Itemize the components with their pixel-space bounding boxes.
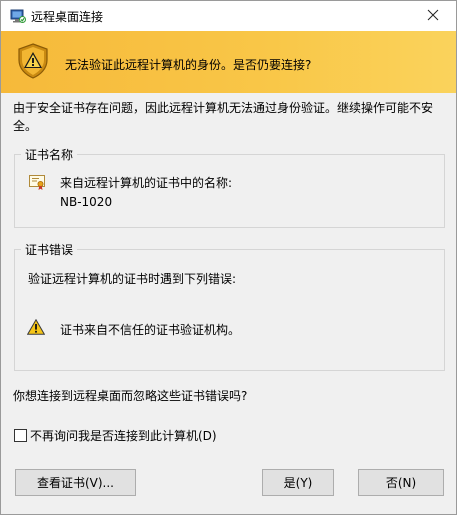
checkbox-label[interactable]: 不再询问我是否连接到此计算机(D): [30, 427, 217, 444]
cert-error-intro: 验证远程计算机的证书时遇到下列错误:: [28, 272, 237, 286]
cert-error-group: 证书错误 验证远程计算机的证书时遇到下列错误: 证书来自不信任的证书验证机构。: [14, 241, 445, 371]
cert-error-item: 证书来自不信任的证书验证机构。: [60, 323, 241, 337]
certificate-icon: [28, 173, 46, 191]
question-text: 你想连接到远程桌面而忽略这些证书错误吗?: [13, 389, 248, 403]
warning-shield-icon: [17, 43, 49, 79]
remote-desktop-icon: [10, 9, 26, 23]
intro-text: 由于安全证书存在问题，因此远程计算机无法通过身份验证。继续操作可能不安全。: [13, 101, 434, 133]
no-button[interactable]: 否(N): [358, 469, 444, 496]
dont-ask-checkbox[interactable]: 不再询问我是否连接到此计算机(D): [14, 427, 217, 444]
checkbox-box[interactable]: [14, 429, 27, 442]
yes-button[interactable]: 是(Y): [262, 469, 334, 496]
close-button[interactable]: [410, 1, 456, 31]
warning-icon: [26, 318, 46, 335]
dialog-window: 远程桌面连接 无法验证此远程计算机的身份。是否仍要连接? 由于安全证书存在问题，…: [0, 0, 457, 515]
cert-name-group-title: 证书名称: [21, 146, 78, 163]
close-icon: [427, 9, 439, 24]
warning-banner: 无法验证此远程计算机的身份。是否仍要连接?: [1, 31, 456, 93]
cert-name-label: 来自远程计算机的证书中的名称:: [60, 176, 233, 190]
cert-name-value: NB-1020: [60, 195, 113, 209]
cert-name-group: 证书名称 来自远程计算机的证书中的名称: NB-1020: [14, 146, 445, 228]
banner-message: 无法验证此远程计算机的身份。是否仍要连接?: [65, 58, 312, 72]
cert-error-group-title: 证书错误: [21, 241, 78, 258]
title-bar: 远程桌面连接: [1, 1, 456, 31]
window-title: 远程桌面连接: [31, 10, 104, 24]
view-certificate-button[interactable]: 查看证书(V)...: [15, 469, 136, 496]
